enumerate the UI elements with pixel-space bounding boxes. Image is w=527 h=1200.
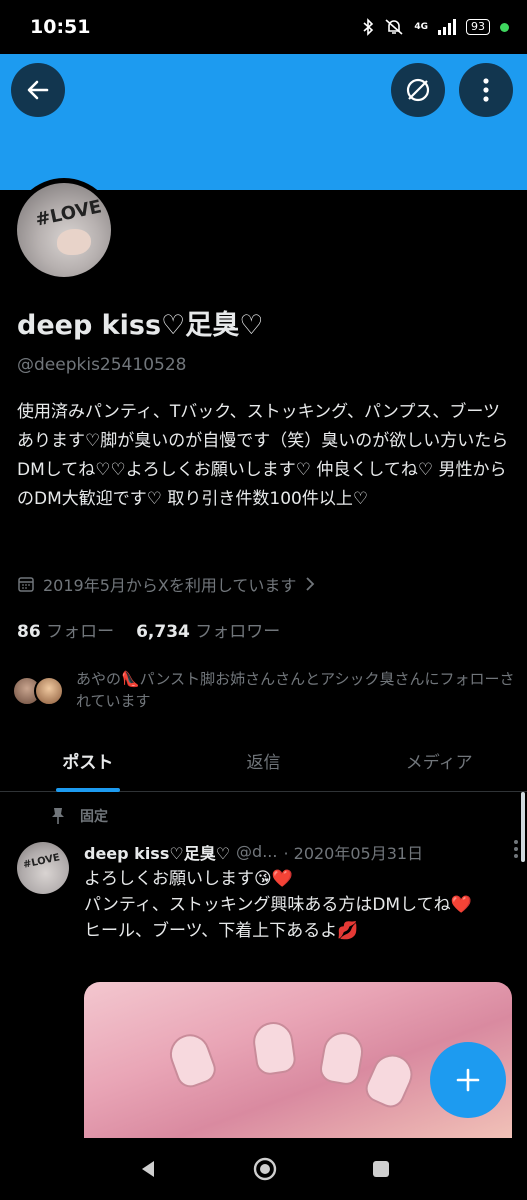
chevron-right-icon <box>306 577 315 591</box>
status-icons: 4G 93 <box>362 18 509 36</box>
back-button[interactable] <box>11 63 65 117</box>
privacy-indicator-dot <box>500 22 509 32</box>
followed-by-text: あやの👠パンスト脚お姉さんさんとアシック臭さんにフォローされています <box>76 670 515 710</box>
profile-banner[interactable] <box>0 54 527 190</box>
image-nail-shape <box>250 1019 298 1077</box>
tweet-more-button[interactable] <box>513 839 519 864</box>
display-name: deep kiss♡足臭♡ <box>17 310 264 341</box>
calendar-icon <box>18 577 34 592</box>
silent-icon <box>385 19 403 35</box>
follower-avatar <box>34 676 64 706</box>
status-bar: 10:51 4G 93 <box>0 0 527 54</box>
pinned-label: 固定 <box>80 809 108 825</box>
scrollbar-thumb[interactable] <box>521 792 525 862</box>
avatar-image: #LOVE <box>17 183 111 277</box>
status-time: 10:51 <box>30 16 91 38</box>
nav-home-icon[interactable] <box>252 1156 278 1182</box>
tweet-avatar-love-text: #LOVE <box>22 852 61 871</box>
tweet-avatar[interactable]: #LOVE <box>17 842 69 894</box>
tweet-line: ヒール、ブーツ、下着上下あるよ💋 <box>84 921 359 941</box>
battery-level: 93 <box>466 19 490 35</box>
joined-date-text: 2019年5月からXを利用しています <box>43 576 297 595</box>
tweet-author-handle[interactable]: @d... <box>236 842 277 861</box>
following-count: 86 <box>17 622 41 642</box>
plus-icon <box>456 1068 480 1092</box>
back-arrow-icon <box>27 80 49 100</box>
tweet-line: よろしくお願いします😘❤️ <box>84 869 293 889</box>
tweet-author-name[interactable]: deep kiss♡足臭♡ <box>84 840 230 864</box>
profile-tabs: ポスト 返信 メディア <box>0 730 527 792</box>
pinned-indicator: 固定 <box>50 806 108 826</box>
profile-avatar[interactable]: #LOVE <box>12 178 116 282</box>
image-nail-shape <box>164 1028 220 1092</box>
followers-count: 6,734 <box>136 622 190 642</box>
image-nail-shape <box>361 1048 419 1112</box>
follower-avatars <box>12 668 68 706</box>
tweet-text: よろしくお願いします😘❤️ パンティ、ストッキング興味ある方はDMしてね❤️ ヒ… <box>84 866 514 944</box>
tab-media[interactable]: メディア <box>351 730 527 791</box>
tweet-line: パンティ、ストッキング興味ある方はDMしてね❤️ <box>84 895 472 915</box>
tweet-more-icon <box>514 840 518 858</box>
followed-by-row[interactable]: あやの👠パンスト脚お姉さんさんとアシック臭さんにフォローされています <box>12 668 516 712</box>
profile-bio: 使用済みパンティ、Tバック、ストッキング、パンプス、ブーツあります♡脚が臭いのが… <box>17 402 509 509</box>
image-nail-shape <box>317 1028 367 1088</box>
follow-stats: 86 フォロー 6,734 フォロワー <box>17 617 280 642</box>
tweet-date[interactable]: · 2020年05月31日 <box>283 840 423 864</box>
nav-recents-icon[interactable] <box>371 1159 391 1179</box>
profile-handle: @deepkis25410528 <box>17 355 187 375</box>
bluetooth-icon <box>363 18 374 36</box>
following-link[interactable]: 86 フォロー <box>17 617 114 642</box>
joined-date-row[interactable]: 2019年5月からXを利用しています <box>17 572 316 596</box>
following-label: フォロー <box>46 622 115 642</box>
more-options-button[interactable] <box>459 63 513 117</box>
network-type: 4G <box>414 21 428 32</box>
tab-posts[interactable]: ポスト <box>0 730 176 791</box>
compose-post-button[interactable] <box>430 1042 506 1118</box>
signal-icon <box>438 19 456 35</box>
avatar-love-text: #LOVE <box>33 196 104 231</box>
followers-link[interactable]: 6,734 フォロワー <box>136 617 280 642</box>
more-vertical-icon <box>483 78 489 102</box>
tab-replies[interactable]: 返信 <box>176 730 352 791</box>
system-nav-bar <box>0 1138 527 1200</box>
pin-icon <box>52 808 64 824</box>
nav-back-icon[interactable] <box>137 1158 159 1180</box>
no-sync-icon <box>406 78 430 102</box>
tweet-header: deep kiss♡足臭♡ @d... · 2020年05月31日 <box>84 839 519 864</box>
avatar-hand-shape <box>57 229 91 255</box>
no-sync-button[interactable] <box>391 63 445 117</box>
followers-label: フォロワー <box>195 622 281 642</box>
